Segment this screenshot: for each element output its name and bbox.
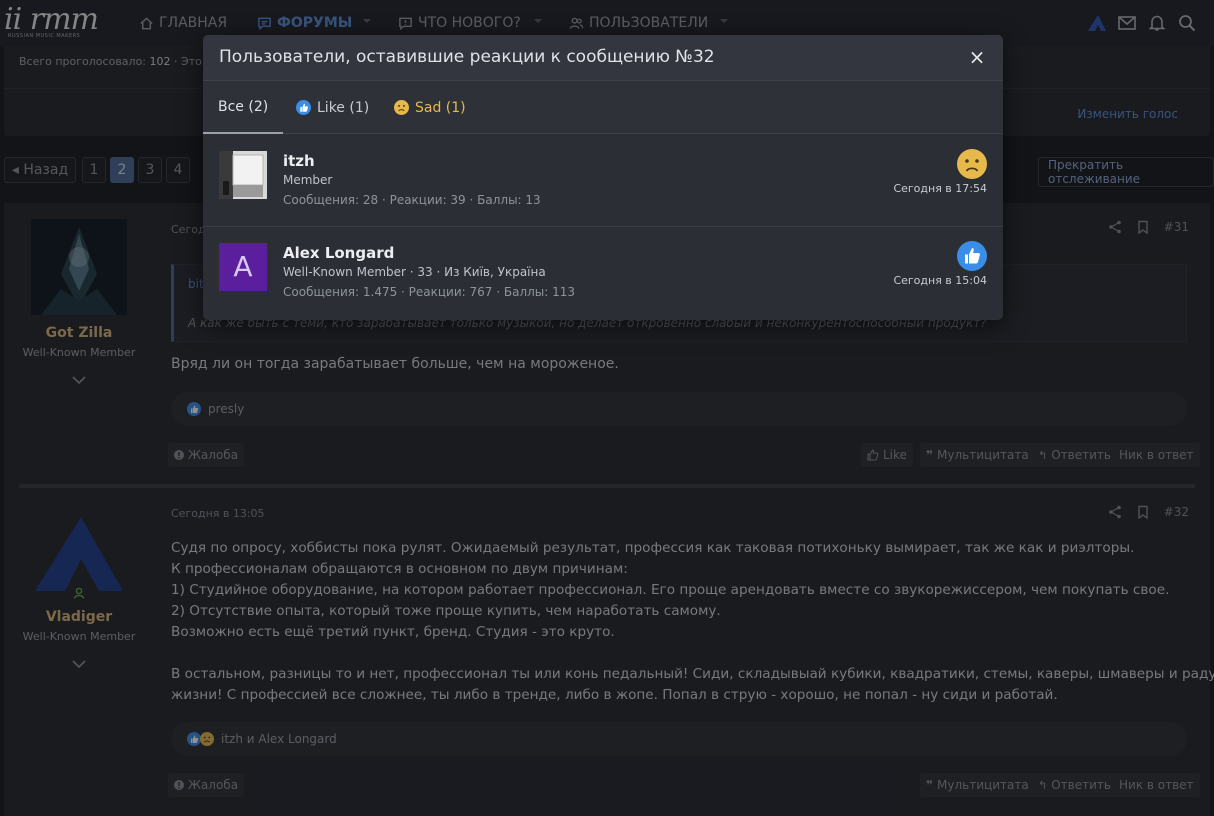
like-icon: [296, 100, 311, 115]
reaction-time[interactable]: Сегодня в 17:54: [893, 182, 987, 195]
reaction-user-name[interactable]: Alex Longard: [283, 244, 394, 262]
reaction-tabs: Все (2) Like (1) Sad (1): [203, 81, 1003, 134]
modal-title: Пользователи, оставившие реакции к сообщ…: [219, 47, 715, 67]
reaction-user-title: Well-Known Member · 33 · Из Київ, Україн…: [283, 265, 546, 279]
close-icon[interactable]: ×: [967, 47, 987, 67]
reactions-modal: Пользователи, оставившие реакции к сообщ…: [203, 35, 1003, 320]
tab-like[interactable]: Like (1): [281, 81, 384, 134]
reaction-row: A Alex Longard Well-Known Member · 33 · …: [203, 227, 1003, 319]
reaction-user-stats: Сообщения: 1.475 · Реакции: 767 · Баллы:…: [283, 285, 576, 299]
reaction-time[interactable]: Сегодня в 15:04: [893, 274, 987, 287]
user-avatar[interactable]: [219, 151, 267, 199]
reaction-user-stats: Сообщения: 28 · Реакции: 39 · Баллы: 13: [283, 193, 541, 207]
tab-all[interactable]: Все (2): [203, 81, 284, 134]
modal-header: Пользователи, оставившие реакции к сообщ…: [203, 35, 1003, 81]
reaction-user-title: Member: [283, 173, 333, 187]
sad-icon: [957, 149, 987, 179]
reaction-row: itzh Member Сообщения: 28 · Реакции: 39 …: [203, 135, 1003, 227]
sad-icon: [394, 100, 409, 115]
tab-sad[interactable]: Sad (1): [379, 81, 481, 134]
like-icon: [957, 241, 987, 271]
user-avatar[interactable]: A: [219, 243, 267, 291]
reaction-user-name[interactable]: itzh: [283, 152, 315, 170]
